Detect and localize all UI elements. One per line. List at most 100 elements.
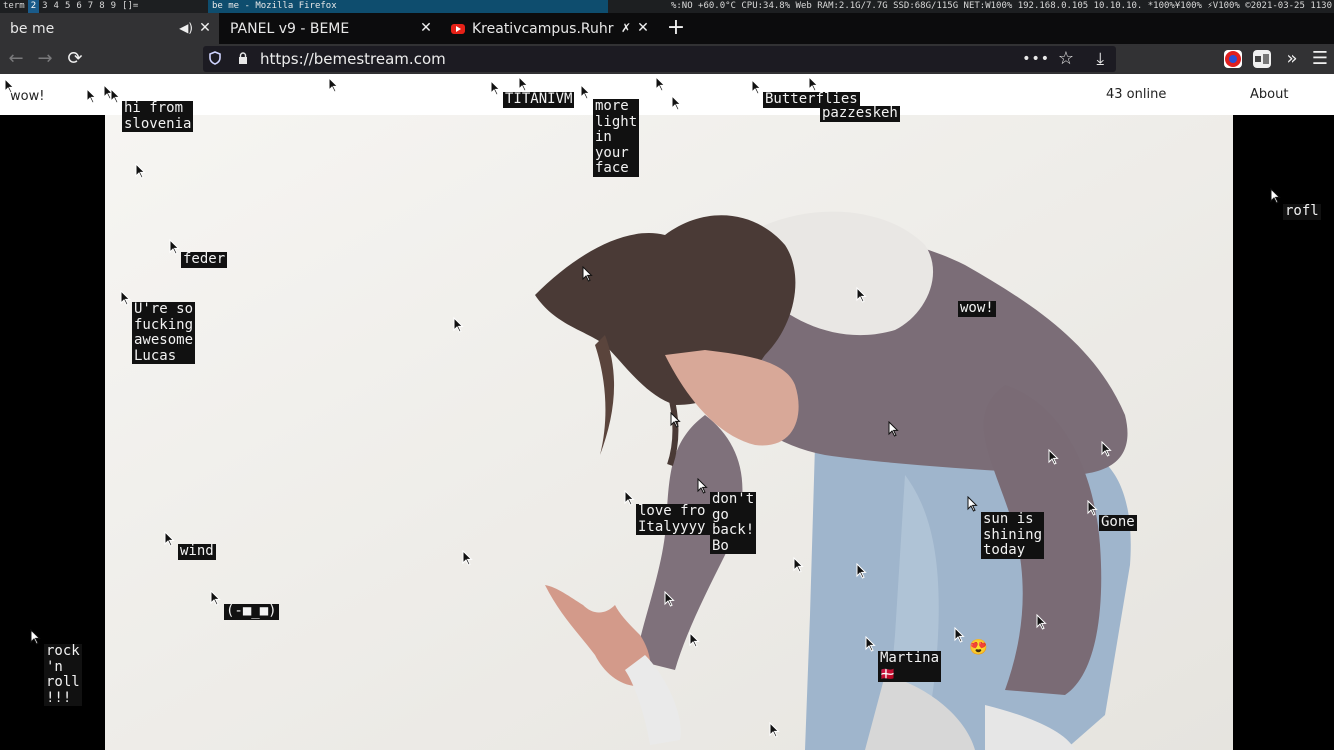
chat-label: feder bbox=[181, 251, 228, 268]
navigation-bar: ← → ⟳ https://bemestream.com ••• ☆ ⤓ » ☰ bbox=[0, 44, 1334, 74]
muted-speaker-icon[interactable]: ✗ bbox=[621, 19, 631, 37]
remote-cursor-icon bbox=[670, 412, 681, 428]
video-frame bbox=[105, 115, 1233, 750]
forward-arrow-icon[interactable]: → bbox=[33, 47, 57, 71]
remote-cursor-icon bbox=[582, 266, 593, 282]
remote-cursor-icon bbox=[808, 76, 819, 92]
chat-label: wind bbox=[178, 543, 216, 560]
wm-workspace-8[interactable]: 8 bbox=[96, 0, 107, 13]
wm-workspace-9[interactable]: 9 bbox=[108, 0, 119, 13]
denmark-flag-icon: 🇩🇰 bbox=[880, 667, 895, 681]
remote-cursor-icon bbox=[453, 317, 464, 333]
remote-cursor-icon bbox=[518, 76, 529, 92]
remote-cursor-icon bbox=[210, 590, 221, 606]
download-icon[interactable]: ⤓ bbox=[1096, 46, 1104, 72]
about-link[interactable]: About bbox=[1250, 87, 1288, 102]
extension-red-icon[interactable] bbox=[1224, 50, 1242, 68]
wm-layout: []= bbox=[122, 1, 139, 11]
chat-label: sun is shining today bbox=[981, 511, 1045, 559]
remote-cursor-icon bbox=[490, 80, 501, 96]
remote-cursor-icon bbox=[164, 531, 175, 547]
wm-workspace-3[interactable]: 3 bbox=[39, 0, 50, 13]
remote-cursor-icon bbox=[856, 563, 867, 579]
remote-cursor-icon bbox=[664, 591, 675, 607]
close-icon[interactable]: ✕ bbox=[197, 19, 213, 37]
remote-cursor-icon bbox=[328, 77, 339, 93]
chat-label: U're so fucking awesome Lucas bbox=[132, 301, 196, 364]
remote-cursor-icon bbox=[462, 550, 473, 566]
window-manager-bar: term 2 3 4 5 6 7 8 9 []= be me - Mozilla Firefox … bbox=[0, 0, 1334, 13]
wm-term[interactable]: term bbox=[0, 0, 28, 13]
remote-cursor-icon bbox=[86, 88, 97, 104]
wm-workspace-7[interactable]: 7 bbox=[85, 0, 96, 13]
remote-cursor-icon bbox=[1048, 449, 1059, 465]
remote-cursor-icon bbox=[1270, 188, 1281, 204]
speaker-icon[interactable]: ◀) bbox=[179, 19, 193, 37]
remote-cursor-icon bbox=[888, 421, 899, 437]
chat-label: hi from slovenia bbox=[122, 100, 194, 132]
remote-cursor-icon bbox=[954, 627, 965, 643]
hamburger-menu-icon[interactable]: ☰ bbox=[1308, 47, 1332, 71]
online-count: 43 online bbox=[1106, 87, 1167, 102]
bookmark-star-icon[interactable]: ☆ bbox=[1058, 46, 1074, 72]
new-tab-button[interactable]: + bbox=[666, 13, 686, 44]
chat-label: rofl bbox=[1283, 203, 1321, 220]
wm-workspace-4[interactable]: 4 bbox=[51, 0, 62, 13]
remote-cursor-icon bbox=[967, 496, 978, 512]
youtube-icon bbox=[451, 23, 465, 34]
back-arrow-icon[interactable]: ← bbox=[4, 47, 28, 71]
remote-cursor-icon bbox=[769, 722, 780, 738]
remote-cursor-icon bbox=[110, 88, 121, 104]
close-icon[interactable]: ✕ bbox=[635, 19, 651, 37]
chat-label: don't go back! Bo bbox=[710, 491, 757, 554]
site-brand[interactable]: wow! bbox=[10, 89, 44, 104]
remote-cursor-icon bbox=[1036, 614, 1047, 630]
wm-workspace-6[interactable]: 6 bbox=[73, 0, 84, 13]
wm-workspace-2[interactable]: 2 bbox=[27, 0, 40, 13]
remote-cursor-icon bbox=[655, 76, 666, 92]
chat-label: rock 'n roll !!! bbox=[44, 643, 82, 706]
remote-cursor-icon bbox=[671, 95, 682, 111]
tab-label: be me bbox=[10, 20, 55, 37]
url-bar[interactable]: https://bemestream.com ••• ☆ ⤓ bbox=[203, 46, 1116, 72]
chat-label: more light in your face bbox=[593, 98, 640, 177]
remote-cursor-icon bbox=[4, 78, 15, 94]
remote-cursor-icon bbox=[1087, 500, 1098, 516]
page-actions-icon[interactable]: ••• bbox=[1022, 46, 1050, 72]
tab-kreativcampus[interactable]: Kreativcampus.Ruhr – ✗ ✕ bbox=[441, 13, 657, 44]
tab-label: Kreativcampus.Ruhr – bbox=[472, 20, 618, 37]
wm-status-stats: %:NO +60.0°C CPU:34.8% Web RAM:2.1G/7.7G… bbox=[670, 1, 1332, 11]
reload-icon[interactable]: ⟳ bbox=[63, 47, 87, 71]
remote-cursor-icon bbox=[751, 79, 762, 95]
chat-label: (-■_■) bbox=[224, 603, 279, 620]
remote-cursor-icon bbox=[169, 239, 180, 255]
wm-workspace-5[interactable]: 5 bbox=[62, 0, 73, 13]
chat-label: Gone bbox=[1099, 514, 1137, 531]
remote-cursor-icon bbox=[580, 84, 591, 100]
tab-strip: be me ◀) ✕ PANEL v9 - BEME ✕ Kreativcamp… bbox=[0, 13, 1334, 44]
shield-icon[interactable] bbox=[209, 51, 221, 65]
remote-cursor-icon bbox=[697, 478, 708, 494]
chat-label: love fro Italyyyy bbox=[636, 504, 712, 535]
remote-cursor-icon bbox=[120, 290, 131, 306]
tab-label: PANEL v9 - BEME bbox=[230, 20, 350, 37]
video-stream[interactable] bbox=[105, 115, 1233, 750]
close-icon[interactable]: ✕ bbox=[418, 19, 434, 37]
chat-label: TITANIVM bbox=[503, 91, 575, 108]
extension-panel-icon[interactable] bbox=[1253, 50, 1271, 68]
heart-eyes-emoji-icon: 😍 bbox=[969, 638, 988, 656]
wm-window-title: be me - Mozilla Firefox bbox=[208, 0, 608, 13]
remote-cursor-icon bbox=[856, 287, 867, 303]
remote-cursor-icon bbox=[30, 629, 41, 645]
overflow-chevron-icon[interactable]: » bbox=[1280, 47, 1304, 71]
chat-label: pazzeskeh bbox=[820, 105, 900, 122]
remote-cursor-icon bbox=[624, 490, 635, 506]
url-text[interactable]: https://bemestream.com bbox=[260, 46, 446, 72]
remote-cursor-icon bbox=[1101, 441, 1112, 457]
chat-label: wow! bbox=[958, 300, 996, 317]
lock-icon[interactable] bbox=[238, 52, 248, 64]
tab-be-me[interactable]: be me ◀) ✕ bbox=[0, 13, 219, 44]
site-header: wow! 43 online About bbox=[0, 74, 1334, 115]
tab-panel-v9[interactable]: PANEL v9 - BEME ✕ bbox=[220, 13, 440, 44]
remote-cursor-icon bbox=[135, 163, 146, 179]
